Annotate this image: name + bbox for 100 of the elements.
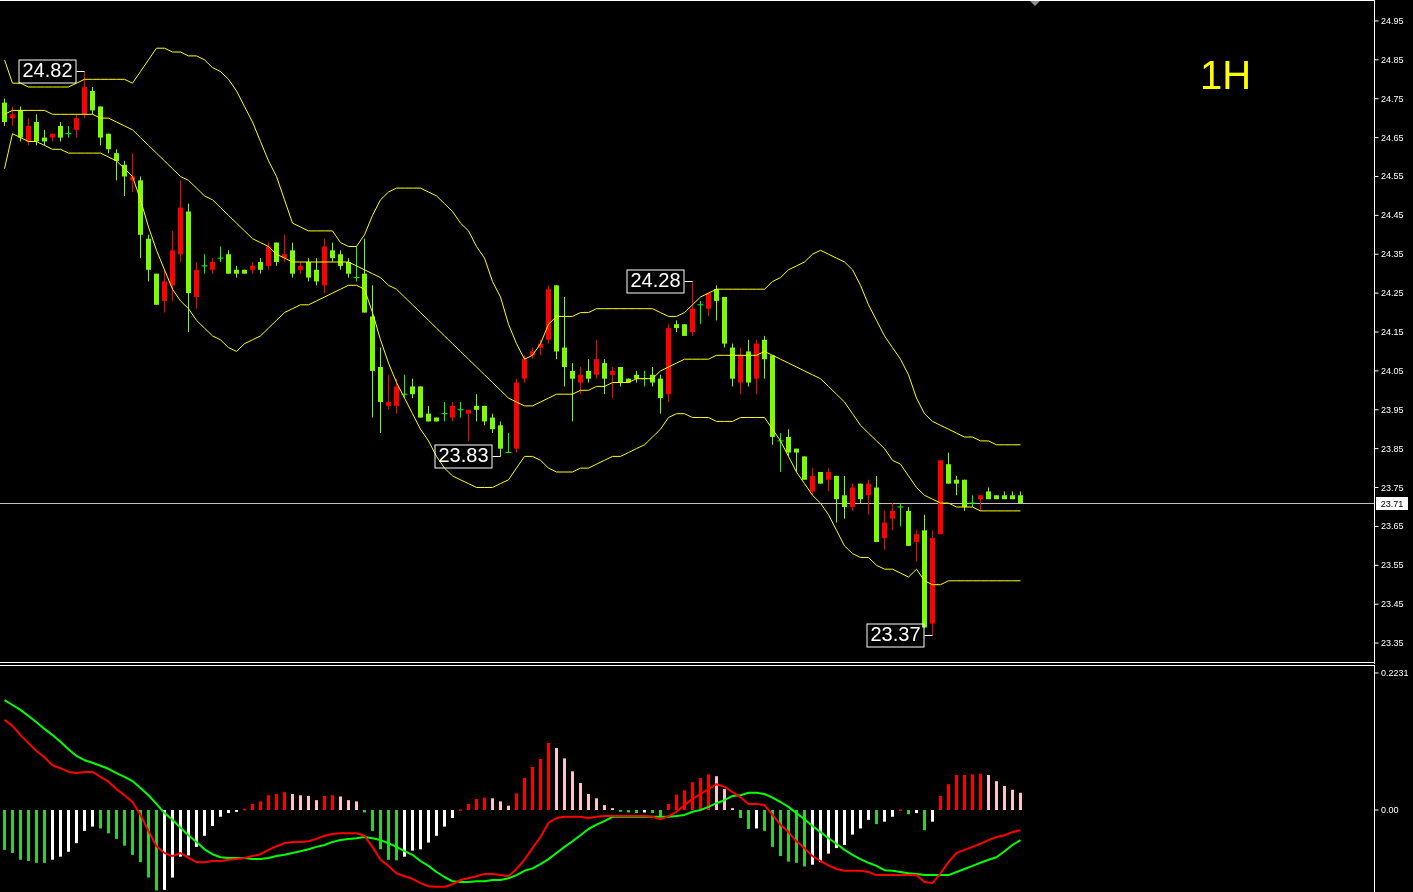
- candlestick: [394, 378, 399, 415]
- candlestick: [746, 339, 751, 387]
- candlestick: [697, 300, 704, 325]
- candlestick: [2, 98, 7, 127]
- candlestick: [386, 374, 391, 411]
- candlestick: [457, 401, 464, 419]
- candlestick: [682, 323, 687, 337]
- candlestick: [969, 494, 976, 508]
- candlestick: [570, 362, 575, 422]
- candlestick: [994, 494, 999, 500]
- candlestick: [401, 374, 408, 399]
- candlestick: [866, 479, 871, 516]
- candlestick: [874, 475, 879, 543]
- leader-line: [684, 281, 693, 282]
- candlestick: [777, 432, 784, 473]
- candlestick: [986, 487, 991, 500]
- candlestick: [786, 428, 791, 457]
- ref-line-label: 23.71: [1380, 498, 1404, 509]
- leader-line: [76, 71, 85, 72]
- candlestick: [426, 405, 431, 422]
- candlestick: [897, 502, 904, 527]
- candlestick: [522, 354, 527, 384]
- candlestick: [322, 238, 327, 294]
- candlestick: [330, 242, 335, 263]
- candlestick: [858, 483, 863, 504]
- candlestick: [818, 471, 823, 485]
- candlestick: [946, 452, 951, 485]
- candlestick: [834, 475, 839, 523]
- candlestick: [34, 113, 39, 146]
- candlestick: [714, 284, 719, 321]
- candlestick: [594, 339, 599, 380]
- candlestick: [306, 257, 311, 282]
- candlestick: [65, 125, 72, 139]
- candlestick: [730, 343, 735, 387]
- candlestick: [882, 510, 887, 551]
- candlestick: [290, 242, 295, 279]
- candlestick: [26, 117, 31, 146]
- candlestick: [274, 242, 279, 267]
- candlestick: [650, 366, 655, 387]
- axis-label: 24.95: [1381, 15, 1404, 26]
- candlestick: [410, 378, 415, 399]
- candlestick: [346, 257, 351, 279]
- candlestick: [258, 257, 263, 275]
- candlestick: [162, 269, 167, 314]
- candlestick: [434, 417, 439, 422]
- candlestick: [250, 261, 255, 275]
- candlestick: [794, 448, 799, 473]
- candlestick: [474, 393, 479, 422]
- candlestick: [978, 494, 983, 512]
- candlestick: [826, 467, 831, 492]
- candlestick: [914, 529, 919, 562]
- axis-label: 23.85: [1381, 443, 1404, 454]
- candlestick: [90, 86, 95, 115]
- candlestick: [42, 129, 47, 146]
- candlestick: [578, 366, 583, 395]
- candlestick: [201, 253, 208, 275]
- candlestick: [58, 121, 63, 142]
- price-callout: 24.82: [18, 59, 77, 84]
- candlestick: [10, 106, 15, 127]
- leader-line: [924, 635, 933, 636]
- candlestick: [850, 483, 855, 512]
- axis-label: 24.25: [1381, 288, 1404, 299]
- candlestick: [906, 506, 911, 547]
- axis-label: 23.45: [1381, 599, 1404, 610]
- axis-label: 23.75: [1381, 482, 1404, 493]
- candlestick: [154, 273, 159, 306]
- axis-label: 24.65: [1381, 132, 1404, 143]
- axis-label: 0.00: [1381, 805, 1399, 815]
- candlestick: [298, 261, 303, 275]
- candlestick: [842, 475, 847, 520]
- candlestick: [194, 261, 199, 310]
- candlestick: [146, 234, 151, 282]
- candlestick: [82, 71, 87, 119]
- candlestick: [210, 257, 215, 275]
- axis-label: 23.35: [1381, 638, 1404, 649]
- candlestick: [810, 467, 815, 496]
- candlestick: [74, 113, 79, 139]
- candlestick: [498, 420, 503, 457]
- axis-label: 23.55: [1381, 560, 1404, 571]
- axis-label: 24.35: [1381, 249, 1404, 260]
- candlestick: [106, 133, 111, 154]
- candlestick: [586, 358, 591, 384]
- candlestick: [450, 401, 455, 422]
- candlestick: [226, 249, 231, 275]
- candlestick: [722, 296, 727, 349]
- candlestick: [1018, 490, 1023, 504]
- candlestick: [641, 370, 648, 387]
- candlestick: [762, 335, 767, 380]
- current-price-badge: 23.71: [1376, 497, 1408, 510]
- axis-label: 0.2231: [1381, 667, 1409, 678]
- candlestick: [170, 230, 175, 302]
- candlestick: [242, 269, 247, 275]
- candlestick: [234, 265, 239, 279]
- price-callout: 23.83: [434, 444, 493, 469]
- axis-label: 23.65: [1381, 521, 1404, 532]
- candlestick: [441, 401, 448, 422]
- candlestick: [530, 347, 535, 360]
- candlestick: [890, 502, 895, 531]
- candlestick: [114, 148, 119, 181]
- candlestick: [353, 245, 360, 282]
